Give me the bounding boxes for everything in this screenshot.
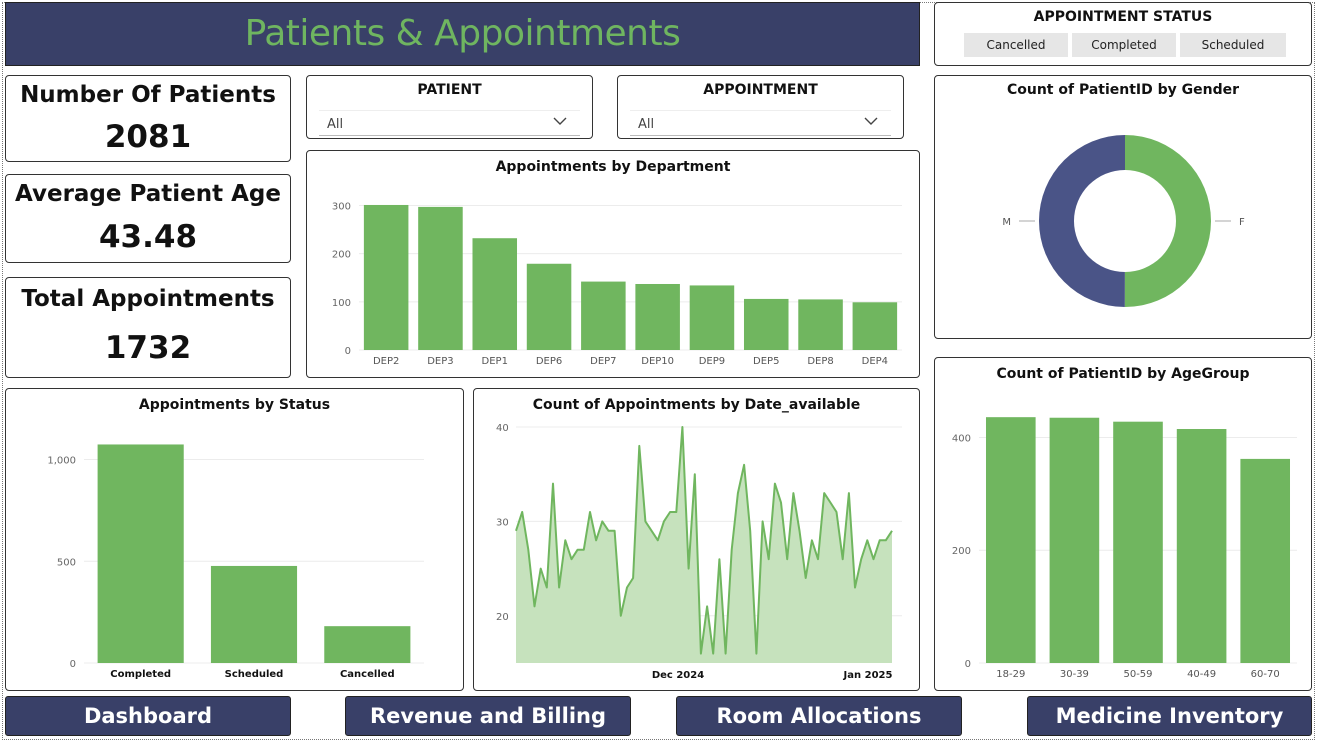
status-option-completed[interactable]: Completed bbox=[1072, 33, 1176, 57]
donut-label: M bbox=[1002, 217, 1011, 228]
kpi-value: 1732 bbox=[104, 330, 192, 366]
x-tick-label: 60-70 bbox=[1251, 669, 1280, 680]
kpi-label: Number Of Patients bbox=[20, 82, 276, 108]
x-tick-label: 30-39 bbox=[1060, 669, 1089, 680]
appointment-dropdown[interactable]: All bbox=[630, 110, 891, 136]
x-tick-label: 50-59 bbox=[1123, 669, 1152, 680]
donut-slice bbox=[1038, 135, 1125, 307]
patient-dropdown-value: All bbox=[327, 117, 344, 132]
chevron-down-icon bbox=[553, 117, 567, 125]
x-tick-label: 18-29 bbox=[996, 669, 1025, 680]
y-tick-label: 500 bbox=[57, 557, 76, 568]
bar bbox=[210, 565, 298, 663]
chart-card-date: Count of Appointments by Date_available … bbox=[473, 388, 920, 691]
nav-dashboard-button[interactable]: Dashboard bbox=[5, 696, 291, 736]
nav-room-allocations-button[interactable]: Room Allocations bbox=[676, 696, 962, 736]
kpi-label: Total Appointments bbox=[21, 286, 275, 312]
bar bbox=[743, 298, 789, 350]
x-tick-label: Dec 2024 bbox=[652, 670, 704, 681]
status-option-cancelled[interactable]: Cancelled bbox=[964, 33, 1068, 57]
x-tick-label: 40-49 bbox=[1187, 669, 1216, 680]
nav-revenue-billing-button[interactable]: Revenue and Billing bbox=[345, 696, 631, 736]
gender-donut-chart: MF bbox=[1002, 135, 1245, 307]
bar bbox=[97, 444, 184, 663]
bar bbox=[798, 299, 843, 350]
appointment-filter-title: APPOINTMENT bbox=[703, 82, 818, 98]
appointment-dropdown-value: All bbox=[638, 117, 655, 132]
status-bar-chart: 0 500 1,000 Completed Scheduled Cancelled bbox=[47, 444, 424, 680]
bar bbox=[472, 238, 518, 350]
patient-filter-title: PATIENT bbox=[417, 82, 482, 98]
x-tick-label: DEP2 bbox=[373, 356, 399, 367]
x-tick-label: DEP1 bbox=[482, 356, 508, 367]
x-tick-label: DEP9 bbox=[699, 356, 725, 367]
x-tick-label: DEP7 bbox=[590, 356, 616, 367]
bar bbox=[985, 417, 1036, 663]
status-option-scheduled[interactable]: Scheduled bbox=[1180, 33, 1286, 57]
y-tick-label: 0 bbox=[965, 659, 971, 670]
appointment-status-slicer: APPOINTMENT STATUS Cancelled Completed S… bbox=[934, 2, 1312, 66]
bar bbox=[324, 626, 411, 663]
bar bbox=[418, 206, 463, 350]
status-slicer-title: APPOINTMENT STATUS bbox=[1033, 9, 1213, 25]
bar bbox=[581, 281, 626, 350]
chart-card-department: Appointments by Department 0 100 200 300 DEP… bbox=[306, 150, 920, 378]
y-tick-label: 0 bbox=[70, 659, 76, 670]
y-tick-label: 30 bbox=[496, 517, 509, 528]
x-tick-label: DEP10 bbox=[641, 356, 674, 367]
appointment-filter: APPOINTMENT All bbox=[617, 75, 904, 139]
chevron-down-icon bbox=[864, 117, 878, 125]
kpi-card-patients: Number Of Patients 2081 bbox=[5, 75, 291, 162]
bar bbox=[526, 263, 572, 350]
y-tick-label: 300 bbox=[332, 201, 351, 212]
x-tick-label: Jan 2025 bbox=[843, 670, 893, 681]
department-bar-chart: 0 100 200 300 DEP2 DEP3 DEP1 DEP6 DEP7 DEP10 DEP9 D… bbox=[332, 201, 902, 367]
bar bbox=[363, 204, 409, 350]
kpi-card-avg-age: Average Patient Age 43.48 bbox=[5, 174, 291, 263]
bar bbox=[1176, 429, 1227, 663]
y-tick-label: 400 bbox=[952, 433, 971, 444]
date-area-chart: 20 30 40 Dec 2024 Jan 2025 bbox=[496, 423, 902, 681]
y-tick-label: 200 bbox=[952, 546, 971, 557]
y-tick-label: 40 bbox=[496, 423, 509, 434]
y-tick-label: 100 bbox=[332, 298, 351, 309]
x-tick-label: DEP6 bbox=[536, 356, 562, 367]
x-tick-label: DEP4 bbox=[862, 356, 888, 367]
kpi-card-appointments: Total Appointments 1732 bbox=[5, 277, 291, 378]
donut-label: F bbox=[1239, 217, 1245, 228]
header-banner: Patients & Appointments bbox=[5, 2, 920, 66]
kpi-value: 2081 bbox=[104, 119, 192, 155]
y-tick-label: 0 bbox=[345, 346, 351, 357]
y-tick-label: 20 bbox=[496, 612, 509, 623]
y-tick-label: 1,000 bbox=[47, 456, 76, 467]
agegroup-bar-chart: 0 200 400 18-29 30-39 50-59 40-49 60-70 bbox=[952, 417, 1297, 680]
x-tick-label: DEP5 bbox=[753, 356, 779, 367]
bar bbox=[1049, 417, 1100, 663]
bar bbox=[635, 283, 680, 350]
chart-card-status: Appointments by Status 0 500 1,000 Complete… bbox=[5, 388, 464, 691]
donut-slice bbox=[1124, 135, 1211, 307]
x-tick-label: DEP3 bbox=[427, 356, 453, 367]
page-title: Patients & Appointments bbox=[244, 13, 681, 54]
x-tick-label: Scheduled bbox=[225, 669, 284, 680]
patient-filter: PATIENT All bbox=[306, 75, 593, 139]
kpi-label: Average Patient Age bbox=[15, 181, 281, 207]
nav-medicine-inventory-button[interactable]: Medicine Inventory bbox=[1027, 696, 1312, 736]
y-tick-label: 200 bbox=[332, 250, 351, 261]
x-tick-label: DEP8 bbox=[807, 356, 833, 367]
kpi-value: 43.48 bbox=[98, 219, 198, 255]
patient-dropdown[interactable]: All bbox=[319, 110, 580, 136]
bar bbox=[689, 285, 735, 350]
bar bbox=[1240, 458, 1291, 663]
bar bbox=[1113, 421, 1163, 663]
chart-card-agegroup: Count of PatientID by AgeGroup 0 200 400 18… bbox=[934, 357, 1312, 691]
bar bbox=[852, 302, 898, 350]
x-tick-label: Completed bbox=[110, 669, 171, 680]
x-tick-label: Cancelled bbox=[340, 669, 395, 680]
chart-card-gender: Count of PatientID by Gender MF bbox=[934, 75, 1312, 339]
